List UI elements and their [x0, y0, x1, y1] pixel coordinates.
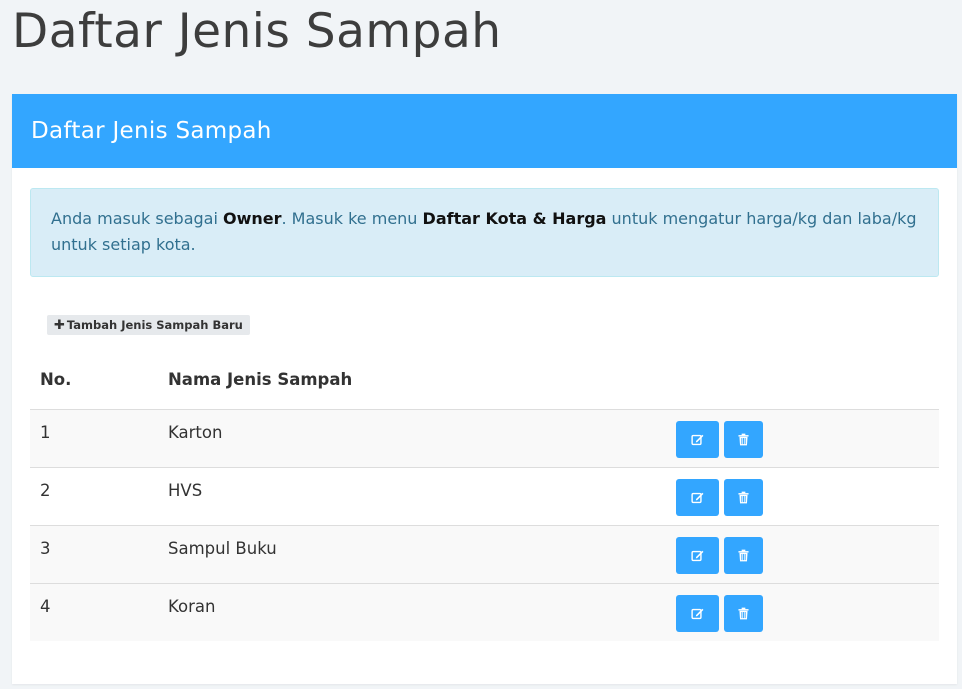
edit-button[interactable] — [676, 595, 719, 632]
row-number: 2 — [40, 481, 51, 500]
alert-menu-name: Daftar Kota & Harga — [422, 209, 607, 228]
alert-text-1: Anda masuk sebagai — [51, 209, 223, 228]
add-jenis-sampah-button[interactable]: ✚ Tambah Jenis Sampah Baru — [47, 315, 250, 335]
row-number-cell: 3 — [30, 525, 168, 584]
edit-icon — [691, 608, 704, 620]
delete-button[interactable] — [724, 595, 763, 632]
table-header-row: No. Nama Jenis Sampah — [30, 350, 939, 410]
edit-button[interactable] — [676, 537, 719, 574]
row-number: 3 — [40, 539, 51, 558]
trash-icon — [738, 549, 749, 562]
row-number: 1 — [40, 423, 51, 442]
edit-icon — [691, 492, 704, 504]
row-number-cell: 4 — [30, 583, 168, 641]
delete-button[interactable] — [724, 537, 763, 574]
plus-icon: ✚ — [54, 317, 65, 333]
page-title: Daftar Jenis Sampah — [12, 4, 502, 59]
delete-button[interactable] — [724, 479, 763, 516]
row-name-cell: HVS — [168, 467, 676, 526]
row-name: Karton — [168, 423, 223, 442]
column-header-name: Nama Jenis Sampah — [168, 350, 676, 410]
trash-icon — [738, 607, 749, 620]
row-name-cell: Koran — [168, 583, 676, 641]
row-name: Koran — [168, 597, 216, 616]
add-button-label: Tambah Jenis Sampah Baru — [66, 318, 243, 332]
info-alert: Anda masuk sebagai Owner. Masuk ke menu … — [30, 188, 939, 277]
trash-icon — [738, 433, 749, 446]
table-row: 2 HVS — [30, 467, 939, 526]
table-row: 3 Sampul Buku — [30, 525, 939, 584]
row-number-cell: 2 — [30, 467, 168, 526]
trash-icon — [738, 491, 749, 504]
panel-heading: Daftar Jenis Sampah — [12, 94, 957, 168]
table-row: 1 Karton — [30, 409, 939, 468]
row-number-cell: 1 — [30, 409, 168, 468]
alert-text-2: . Masuk ke menu — [281, 209, 423, 228]
edit-icon — [691, 434, 704, 446]
row-actions-cell — [676, 409, 939, 468]
edit-button[interactable] — [676, 479, 719, 516]
row-actions-cell — [676, 467, 939, 526]
row-name: HVS — [168, 481, 203, 500]
row-actions-cell — [676, 583, 939, 641]
row-name: Sampul Buku — [168, 539, 277, 558]
panel-title: Daftar Jenis Sampah — [31, 118, 272, 144]
column-header-no: No. — [30, 350, 168, 410]
row-name-cell: Karton — [168, 409, 676, 468]
row-actions-cell — [676, 525, 939, 584]
row-number: 4 — [40, 597, 51, 616]
row-name-cell: Sampul Buku — [168, 525, 676, 584]
jenis-sampah-panel: Daftar Jenis Sampah Anda masuk sebagai O… — [12, 94, 957, 684]
alert-role: Owner — [222, 209, 282, 228]
jenis-sampah-table: No. Nama Jenis Sampah 1 Karton 2 HVS 3 S… — [30, 350, 939, 641]
delete-button[interactable] — [724, 421, 763, 458]
edit-button[interactable] — [676, 421, 719, 458]
table-row: 4 Koran — [30, 583, 939, 641]
edit-icon — [691, 550, 704, 562]
column-header-actions — [676, 350, 939, 410]
